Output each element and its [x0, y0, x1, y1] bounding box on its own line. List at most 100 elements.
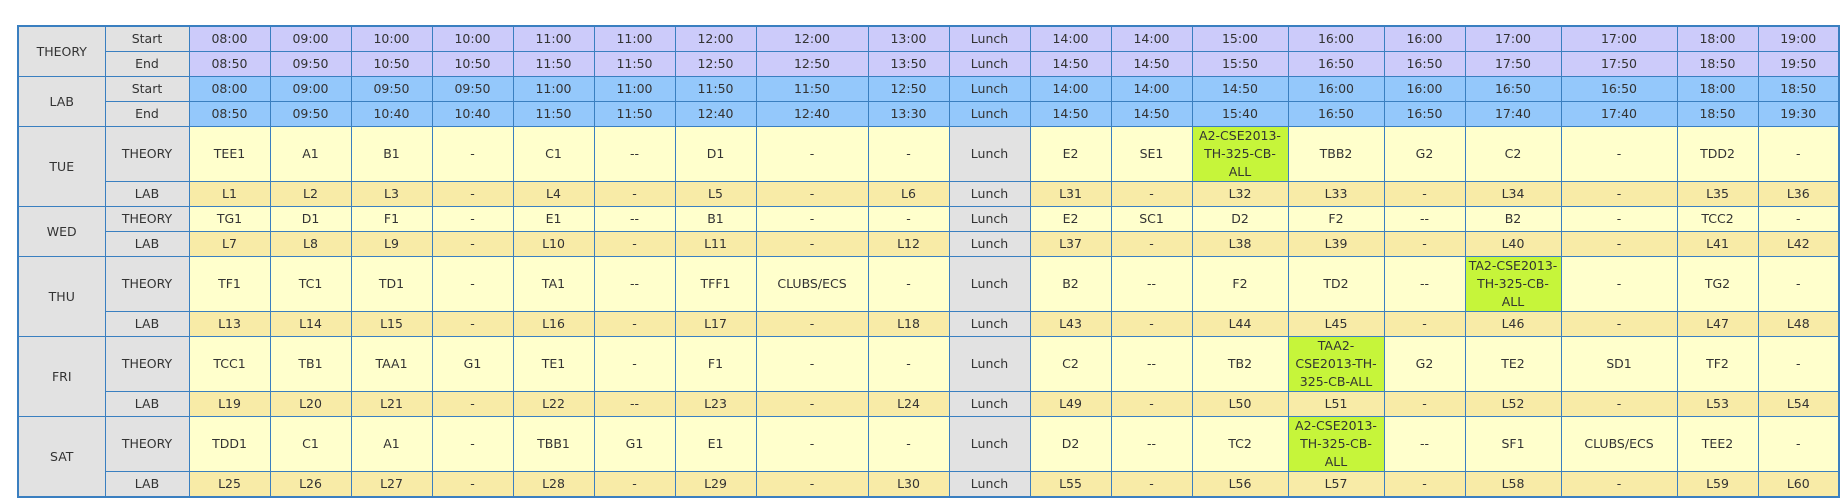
- theory-slot: -: [1560, 126, 1678, 182]
- theory-header-end-time: 10:50: [431, 51, 514, 77]
- theory-slot: -: [755, 126, 869, 182]
- theory-slot: D2: [1029, 416, 1112, 472]
- theory-header-end-time: 13:50: [867, 51, 950, 77]
- lab-slot: L44: [1191, 311, 1289, 337]
- lab-slot: -: [1560, 391, 1678, 417]
- lab-slot: L15: [350, 311, 433, 337]
- theory-slot: C1: [269, 416, 352, 472]
- theory-slot: TG2: [1676, 256, 1759, 312]
- theory-slot: CLUBS/ECS: [1560, 416, 1678, 472]
- theory-row-label: THEORY: [104, 126, 190, 182]
- theory-header-start-time: 18:00: [1676, 25, 1759, 52]
- lab-row-label: LAB: [104, 311, 190, 337]
- theory-slot-registered: TA2-CSE2013-TH-325-CB-ALL: [1464, 256, 1562, 312]
- theory-header-end-time: 09:50: [269, 51, 352, 77]
- theory-slot: TFF1: [674, 256, 757, 312]
- lab-slot: -: [1560, 471, 1678, 498]
- theory-slot: -: [593, 336, 676, 392]
- theory-header-start-time: 12:00: [755, 25, 869, 52]
- lab-header-end-time: 16:50: [1287, 101, 1385, 127]
- theory-header-start-time: 17:00: [1560, 25, 1678, 52]
- theory-slot: TB1: [269, 336, 352, 392]
- theory-header-end-row: End 08:50 09:50 10:50 10:50 11:50 11:50 12:50 12…: [18, 51, 1840, 77]
- theory-slot: -: [431, 416, 514, 472]
- theory-slot: TEE1: [188, 126, 271, 182]
- theory-slot: -: [431, 126, 514, 182]
- lab-header-end-time: 12:40: [755, 101, 869, 127]
- theory-slot: --: [1383, 416, 1466, 472]
- theory-header-start-time: 08:00: [188, 25, 271, 52]
- theory-header-end-time: 14:50: [1110, 51, 1193, 77]
- lab-slot: -: [1383, 471, 1466, 498]
- theory-slot-registered: A2-CSE2013-TH-325-CB-ALL: [1287, 416, 1385, 472]
- lab-header-start-label: Start: [104, 76, 190, 102]
- theory-header-start-time: 10:00: [350, 25, 433, 52]
- theory-header-start-label: Start: [104, 25, 190, 52]
- theory-slot: --: [593, 206, 676, 232]
- lab-slot: L37: [1029, 231, 1112, 257]
- lab-header-end-label: End: [104, 101, 190, 127]
- theory-header-end-label: End: [104, 51, 190, 77]
- lab-slot: L4: [512, 181, 595, 207]
- theory-slot: E2: [1029, 126, 1112, 182]
- theory-header-start-time: 14:00: [1029, 25, 1112, 52]
- lab-slot: L34: [1464, 181, 1562, 207]
- lunch-cell: Lunch: [948, 181, 1031, 207]
- lab-slot: L11: [674, 231, 757, 257]
- lab-slot: -: [593, 231, 676, 257]
- lab-slot: L26: [269, 471, 352, 498]
- lab-header-end-time: 08:50: [188, 101, 271, 127]
- lab-header-start-time: 18:00: [1676, 76, 1759, 102]
- theory-slot: B1: [350, 126, 433, 182]
- lab-slot: L31: [1029, 181, 1112, 207]
- theory-slot: TC2: [1191, 416, 1289, 472]
- lab-header-end-time: 12:40: [674, 101, 757, 127]
- lab-header-start-time: Lunch: [948, 76, 1031, 102]
- theory-slot: TD2: [1287, 256, 1385, 312]
- theory-header-end-time: Lunch: [948, 51, 1031, 77]
- lab-slot: L47: [1676, 311, 1759, 337]
- theory-slot: --: [1110, 416, 1193, 472]
- theory-slot: TCC2: [1676, 206, 1759, 232]
- lab-slot: L32: [1191, 181, 1289, 207]
- lab-slot: L45: [1287, 311, 1385, 337]
- theory-header-start-time: 10:00: [431, 25, 514, 52]
- lunch-cell: Lunch: [948, 311, 1031, 337]
- lunch-cell: Lunch: [948, 126, 1031, 182]
- lunch-cell: Lunch: [948, 416, 1031, 472]
- theory-slot: -: [1757, 336, 1840, 392]
- day-row-fri-lab: LAB L19 L20 L21- L22 -- L23- L24 Lunch L49- L50 L51…: [18, 391, 1840, 417]
- lab-slot: -: [1383, 311, 1466, 337]
- theory-slot: F2: [1287, 206, 1385, 232]
- theory-row-label: THEORY: [104, 256, 190, 312]
- lab-header-start-row: LAB Start 08:00 09:00 09:50 09:50 11:00 11:00 11…: [17, 76, 1840, 127]
- theory-slot: --: [1383, 256, 1466, 312]
- lab-slot: L51: [1287, 391, 1385, 417]
- theory-slot: A1: [350, 416, 433, 472]
- lab-slot: L41: [1676, 231, 1759, 257]
- theory-slot: TF2: [1676, 336, 1759, 392]
- lab-header-end-time: 10:40: [350, 101, 433, 127]
- lab-slot: -: [755, 391, 869, 417]
- theory-slot: B2: [1029, 256, 1112, 312]
- day-row-fri-theory: FRI THEORY TCC1 TB1 TAA1 G1 TE1- F1- - Lunch C2 -- T…: [17, 336, 1840, 417]
- lunch-cell: Lunch: [948, 206, 1031, 232]
- lab-slot: -: [1560, 231, 1678, 257]
- lab-slot: -: [431, 471, 514, 498]
- lab-header-start-time: 09:50: [350, 76, 433, 102]
- lab-slot: L7: [188, 231, 271, 257]
- theory-slot: TB2: [1191, 336, 1289, 392]
- day-row-thu-theory: THU THEORY TF1 TC1 TD1- TA1 -- TFF1 CLUBS/ECS - Lu…: [17, 256, 1840, 337]
- theory-row-label: THEORY: [104, 336, 190, 392]
- theory-slot: E1: [674, 416, 757, 472]
- theory-slot: D1: [674, 126, 757, 182]
- lab-slot: L50: [1191, 391, 1289, 417]
- theory-slot: -: [867, 416, 950, 472]
- lab-slot: L5: [674, 181, 757, 207]
- theory-slot: F2: [1191, 256, 1289, 312]
- day-label-fri: FRI: [17, 336, 106, 417]
- theory-slot: SE1: [1110, 126, 1193, 182]
- theory-slot: TC1: [269, 256, 352, 312]
- lunch-cell: Lunch: [948, 231, 1031, 257]
- lab-header-end-time: 11:50: [593, 101, 676, 127]
